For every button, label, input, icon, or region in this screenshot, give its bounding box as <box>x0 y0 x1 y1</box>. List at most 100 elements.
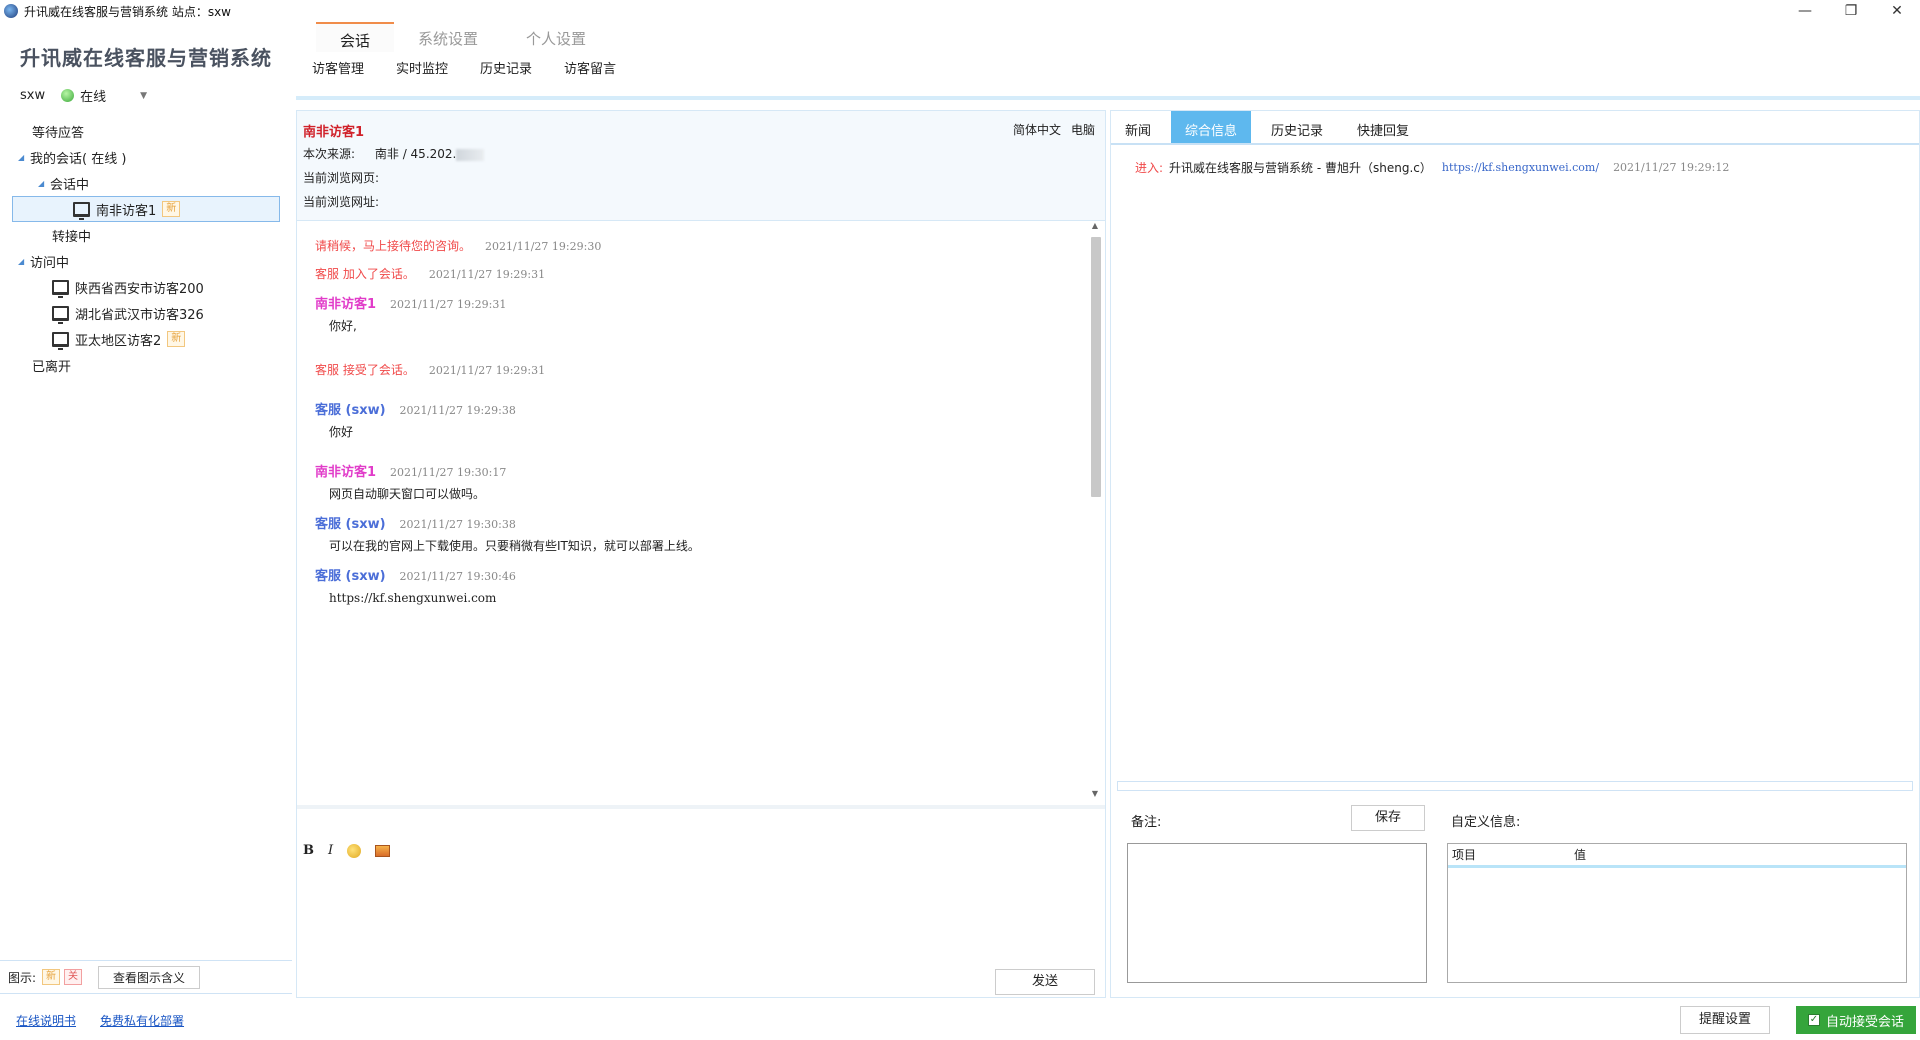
visitor-message-header: 南非访客1 2021/11/27 19:29:31 <box>315 293 506 312</box>
tree-label: 亚太地区访客2 <box>75 333 162 349</box>
message-body: 可以在我的官网上下载使用。只要稍微有些IT知识，就可以部署上线。 <box>329 539 700 553</box>
visitor-source: 本次来源: 南非 / 45.202. <box>303 145 485 162</box>
app-logo-icon <box>4 4 18 18</box>
expand-triangle-icon[interactable]: ◢ <box>18 257 30 266</box>
emoji-icon[interactable] <box>347 843 362 858</box>
auto-accept-button[interactable]: ✓ 自动接受会话 <box>1796 1006 1916 1034</box>
top-divider <box>296 96 1920 100</box>
tree-label: 我的会话( 在线 ) <box>30 151 127 167</box>
tab-overview[interactable]: 综合信息 <box>1171 111 1252 143</box>
tree-item-in-session[interactable]: ◢ 会话中 <box>0 170 292 196</box>
visitor-current-url: 当前浏览网址: <box>303 195 380 209</box>
agent-message-header: 客服 (sxw) 2021/11/27 19:30:46 <box>315 565 516 584</box>
scroll-down-icon[interactable]: ▼ <box>1089 789 1101 801</box>
close-icon[interactable]: ✕ <box>1874 0 1920 22</box>
masked-ip <box>456 148 485 161</box>
status-dropdown-icon[interactable]: ▼ <box>140 91 147 101</box>
tree-item-visiting[interactable]: ◢ 访问中 <box>0 248 292 274</box>
legend-label: 图示: <box>8 970 37 985</box>
tree-label: 湖北省武汉市访客326 <box>75 307 204 323</box>
italic-icon[interactable]: I <box>328 843 333 858</box>
col-value: 值 <box>1574 848 1587 862</box>
expand-triangle-icon[interactable]: ◢ <box>38 179 50 188</box>
message-time: 2021/11/27 19:30:38 <box>399 518 516 531</box>
tab-session[interactable]: 会话 <box>316 22 395 52</box>
tree-label: 已离开 <box>32 359 72 375</box>
tree-item-left[interactable]: 已离开 <box>0 352 292 378</box>
enter-link[interactable]: https://kf.shengxunwei.com/ <box>1442 161 1599 174</box>
view-legend-button[interactable]: 查看图示含义 <box>98 965 201 989</box>
chat-scrollbar[interactable]: ▲ ▼ <box>1089 221 1101 801</box>
message-time: 2021/11/27 19:29:31 <box>428 364 546 377</box>
message-time: 2021/11/27 19:29:30 <box>485 240 602 253</box>
scroll-thumb[interactable] <box>1091 237 1101 497</box>
manual-link[interactable]: 在线说明书 <box>16 1012 76 1029</box>
remind-settings-button[interactable]: 提醒设置 <box>1680 1006 1770 1034</box>
message-time: 2021/11/27 19:29:31 <box>428 268 546 281</box>
bottom-links: 在线说明书 免费私有化部署 <box>16 1012 184 1029</box>
tab-quick-reply[interactable]: 快捷回复 <box>1343 111 1423 143</box>
tree-label: 会话中 <box>50 177 90 193</box>
new-badge: 新 <box>42 969 61 985</box>
brand-title: 升讯威在线客服与营销系统 <box>20 46 272 70</box>
left-panel: 升讯威在线客服与营销系统 sxw 在线 ▼ 等待应答 ◢ 我的会话( 在线 ) … <box>0 22 292 1040</box>
info-divider <box>1117 781 1913 791</box>
expand-triangle-icon[interactable]: ◢ <box>18 153 30 162</box>
system-message: 客服 加入了会话。 2021/11/27 19:29:31 <box>315 267 546 281</box>
image-icon[interactable] <box>375 844 391 857</box>
subtab-visitor-management[interactable]: 访客管理 <box>312 58 364 77</box>
message-body: 网页自动聊天窗口可以做吗。 <box>329 487 486 501</box>
tab-news[interactable]: 新闻 <box>1111 111 1165 143</box>
minimize-icon[interactable]: — <box>1782 0 1828 22</box>
auto-accept-label: 自动接受会话 <box>1825 1014 1904 1030</box>
chat-messages[interactable]: 请稍候，马上接待您的咨询。 2021/11/27 19:29:30 客服 加入了会… <box>297 223 1105 801</box>
subtab-visitor-messages[interactable]: 访客留言 <box>564 58 616 77</box>
note-input[interactable] <box>1127 843 1427 983</box>
visitor-info: 南非访客1 简体中文 电脑 本次来源: 南非 / 45.202. 当前浏览网页:… <box>297 111 1105 221</box>
tree-item-my-sessions[interactable]: ◢ 我的会话( 在线 ) <box>0 144 292 170</box>
save-button[interactable]: 保存 <box>1351 805 1425 831</box>
tab-history[interactable]: 历史记录 <box>1257 111 1337 143</box>
tab-system-settings[interactable]: 系统设置 <box>394 22 502 52</box>
tab-personal-settings[interactable]: 个人设置 <box>502 22 610 52</box>
tree-item-transferring[interactable]: 转接中 <box>0 222 292 248</box>
message-time: 2021/11/27 19:29:38 <box>399 404 516 417</box>
info-panel: 新闻 综合信息 历史记录 快捷回复 进入: 升讯威在线客服与营销系统 - 曹旭升… <box>1110 110 1920 998</box>
tree-item-visitor[interactable]: 亚太地区访客2 新 <box>0 326 292 352</box>
tree-item-waiting[interactable]: 等待应答 <box>0 118 292 144</box>
custom-info-table[interactable]: 项目 值 <box>1447 843 1907 983</box>
note-label: 备注: <box>1131 815 1162 830</box>
sub-tabs: 访客管理 实时监控 历史记录 访客留言 <box>298 58 616 77</box>
computer-icon <box>73 201 90 220</box>
info-tabs: 新闻 综合信息 历史记录 快捷回复 <box>1111 111 1919 145</box>
message-sender: 南非访客1 <box>315 465 377 480</box>
tree-item-visitor-selected[interactable]: 南非访客1 新 <box>12 196 280 222</box>
subtab-history[interactable]: 历史记录 <box>480 58 532 77</box>
tree-item-visitor[interactable]: 陕西省西安市访客200 <box>0 274 292 300</box>
tree-label: 等待应答 <box>32 125 85 141</box>
private-deploy-link[interactable]: 免费私有化部署 <box>100 1012 184 1029</box>
visitor-language: 简体中文 <box>1012 123 1061 137</box>
user-status-row[interactable]: sxw 在线 ▼ <box>20 86 147 105</box>
message-sender: 客服 (sxw) <box>315 517 386 532</box>
visitor-message-header: 南非访客1 2021/11/27 19:30:17 <box>315 461 506 480</box>
tree-item-visitor[interactable]: 湖北省武汉市访客326 <box>0 300 292 326</box>
message-time: 2021/11/27 19:30:17 <box>390 466 507 479</box>
message-body[interactable]: https://kf.shengxunwei.com <box>329 591 496 605</box>
restore-icon[interactable]: ❐ <box>1828 0 1874 22</box>
chat-panel: 南非访客1 简体中文 电脑 本次来源: 南非 / 45.202. 当前浏览网页:… <box>296 110 1106 998</box>
visitor-name: 南非访客1 <box>303 125 365 140</box>
source-value: 南非 / 45.202. <box>374 147 457 161</box>
send-button[interactable]: 发送 <box>995 969 1095 995</box>
bold-icon[interactable]: B <box>303 843 314 858</box>
window-controls: — ❐ ✕ <box>1782 0 1920 22</box>
scroll-up-icon[interactable]: ▲ <box>1089 221 1101 233</box>
system-message: 请稍候，马上接待您的咨询。 2021/11/27 19:29:30 <box>315 239 602 253</box>
subtab-live-monitor[interactable]: 实时监控 <box>396 58 448 77</box>
checkbox-checked-icon[interactable]: ✓ <box>1807 1014 1820 1026</box>
message-sender: 南非访客1 <box>315 297 377 312</box>
user-name: sxw <box>20 88 46 103</box>
computer-icon <box>52 331 69 350</box>
session-tree: 等待应答 ◢ 我的会话( 在线 ) ◢ 会话中 南非访客1 新 转接中 ◢ 访问… <box>0 118 292 378</box>
agent-message-header: 客服 (sxw) 2021/11/27 19:30:38 <box>315 513 516 532</box>
